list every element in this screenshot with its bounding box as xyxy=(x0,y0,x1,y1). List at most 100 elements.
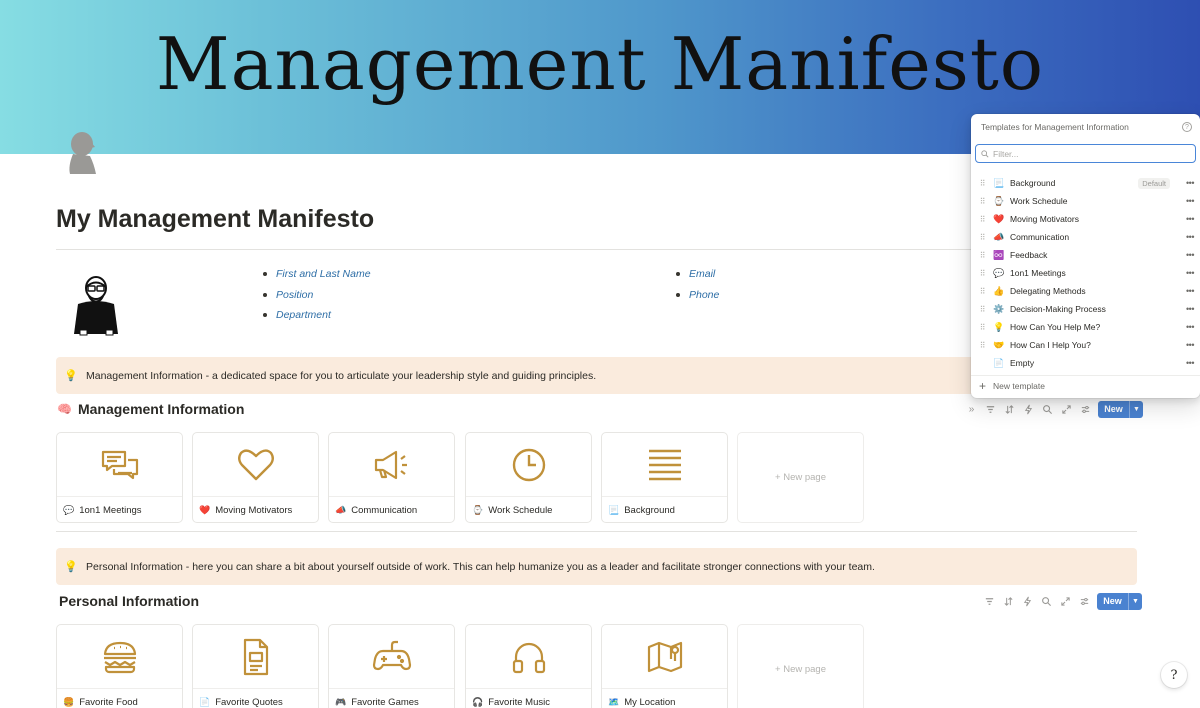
filter-input[interactable] xyxy=(993,148,1183,159)
new-page-card[interactable]: + New page xyxy=(737,432,864,523)
drag-handle-icon[interactable]: ⠿ xyxy=(971,305,993,314)
more-options-icon[interactable]: ••• xyxy=(1180,268,1200,278)
filter-icon[interactable] xyxy=(984,403,997,416)
template-label: Empty xyxy=(1010,358,1035,368)
template-item[interactable]: ⠿ ⚙️ Decision-Making Process ••• xyxy=(971,300,1200,318)
template-item[interactable]: ⠿ ♾️ Feedback ••• xyxy=(971,246,1200,264)
sort-icon[interactable] xyxy=(1003,403,1016,416)
new-template-button[interactable]: + New template xyxy=(979,379,1045,393)
gallery-card[interactable]: ❤️ Moving Motivators xyxy=(192,432,319,523)
section-title-management[interactable]: 🧠 Management Information xyxy=(57,401,244,417)
card-title: Work Schedule xyxy=(488,504,553,516)
chevron-down-icon[interactable]: ▼ xyxy=(1130,406,1143,413)
template-label: Work Schedule xyxy=(1010,196,1068,206)
gallery-card[interactable]: 🎧 Favorite Music xyxy=(465,624,592,708)
section-divider xyxy=(56,531,1137,532)
automation-bolt-icon[interactable] xyxy=(1022,403,1035,416)
more-options-icon[interactable]: ••• xyxy=(1180,304,1200,314)
clock-icon xyxy=(466,433,591,497)
more-options-icon[interactable]: ••• xyxy=(1180,178,1200,188)
template-item[interactable]: ⠿ 💡 How Can You Help Me? ••• xyxy=(971,318,1200,336)
info-name[interactable]: First and Last Name xyxy=(262,264,371,285)
template-item[interactable]: ⠿ 👍 Delegating Methods ••• xyxy=(971,282,1200,300)
more-options-icon[interactable]: ••• xyxy=(1180,250,1200,260)
gallery-card[interactable]: 📃 Background xyxy=(601,432,728,523)
drag-handle-icon[interactable]: ⠿ xyxy=(971,197,993,206)
card-title: Favorite Games xyxy=(351,696,419,708)
speech-bubble-icon: 💬 xyxy=(993,267,1005,278)
template-item[interactable]: ⠿ 🤝 How Can I Help You? ••• xyxy=(971,336,1200,354)
more-options-icon[interactable]: ••• xyxy=(1180,196,1200,206)
new-button-management[interactable]: New ▼ xyxy=(1098,401,1143,418)
gallery-card[interactable]: 🗺️ My Location xyxy=(601,624,728,708)
info-list-left: First and Last Name Position Department xyxy=(262,264,371,326)
gear-icon: ⚙️ xyxy=(993,303,1005,314)
settings-sliders-icon[interactable] xyxy=(1079,403,1092,416)
automation-bolt-icon[interactable] xyxy=(1021,595,1034,608)
person-silhouette-icon[interactable] xyxy=(64,130,104,174)
gallery-card[interactable]: 📄 Favorite Quotes xyxy=(192,624,319,708)
info-list-right: Email Phone xyxy=(675,264,719,305)
search-icon[interactable] xyxy=(1040,595,1053,608)
template-label: Delegating Methods xyxy=(1010,286,1086,296)
chevron-down-icon[interactable]: ▼ xyxy=(1129,598,1142,605)
new-button-personal[interactable]: New ▼ xyxy=(1097,593,1142,610)
chat-bubbles-icon xyxy=(57,433,182,497)
drag-handle-icon[interactable]: ⠿ xyxy=(971,251,993,260)
page-title[interactable]: My Management Manifesto xyxy=(56,205,374,234)
info-position[interactable]: Position xyxy=(262,285,371,306)
template-item[interactable]: ⠿ ⌚ Work Schedule ••• xyxy=(971,192,1200,210)
drag-handle-icon[interactable]: ⠿ xyxy=(971,233,993,242)
heart-icon xyxy=(193,433,318,497)
search-icon xyxy=(981,149,989,158)
info-phone[interactable]: Phone xyxy=(675,285,719,306)
more-options-icon[interactable]: ••• xyxy=(1180,340,1200,350)
plus-icon: + xyxy=(979,379,987,393)
drag-handle-icon[interactable]: ⠿ xyxy=(971,179,993,188)
section-title-personal[interactable]: Personal Information xyxy=(59,593,199,609)
gallery-card[interactable]: 📣 Communication xyxy=(328,432,455,523)
gallery-card[interactable]: 🍔 Favorite Food xyxy=(56,624,183,708)
more-options-icon[interactable]: ••• xyxy=(1180,214,1200,224)
template-label: Moving Motivators xyxy=(1010,214,1079,224)
drag-handle-icon[interactable]: ⠿ xyxy=(971,287,993,296)
drag-handle-icon[interactable]: ⠿ xyxy=(971,215,993,224)
help-icon[interactable]: ? xyxy=(1182,122,1192,132)
template-item[interactable]: ⠿ 📃 Background Default ••• xyxy=(971,174,1200,192)
search-icon[interactable] xyxy=(1041,403,1054,416)
drag-handle-icon[interactable]: ⠿ xyxy=(971,323,993,332)
template-label: Decision-Making Process xyxy=(1010,304,1106,314)
cover-title: Management Manifesto xyxy=(155,22,1045,106)
new-page-label: + New page xyxy=(775,472,826,483)
filter-icon[interactable] xyxy=(983,595,996,608)
help-button[interactable]: ? xyxy=(1161,662,1187,688)
expand-icon[interactable] xyxy=(1059,595,1072,608)
more-options-icon[interactable]: ••• xyxy=(1180,358,1200,368)
more-options-icon[interactable]: ••• xyxy=(1180,232,1200,242)
gallery-card[interactable]: 💬 1on1 Meetings xyxy=(56,432,183,523)
template-item-empty[interactable]: 📄 Empty ••• xyxy=(971,354,1200,372)
lightbulb-icon: 💡 xyxy=(64,561,78,573)
template-item[interactable]: ⠿ 📣 Communication ••• xyxy=(971,228,1200,246)
infinity-icon: ♾️ xyxy=(993,249,1005,260)
drag-handle-icon[interactable]: ⠿ xyxy=(971,269,993,278)
lightbulb-icon: 💡 xyxy=(64,370,78,382)
drag-handle-icon[interactable]: ⠿ xyxy=(971,341,993,350)
info-email[interactable]: Email xyxy=(675,264,719,285)
gallery-card[interactable]: 🎮 Favorite Games xyxy=(328,624,455,708)
template-item[interactable]: ⠿ ❤️ Moving Motivators ••• xyxy=(971,210,1200,228)
expand-icon[interactable] xyxy=(1060,403,1073,416)
sort-icon[interactable] xyxy=(1002,595,1015,608)
gallery-card[interactable]: ⌚ Work Schedule xyxy=(465,432,592,523)
settings-sliders-icon[interactable] xyxy=(1078,595,1091,608)
double-chevron-icon[interactable]: » xyxy=(965,403,978,416)
more-options-icon[interactable]: ••• xyxy=(1180,286,1200,296)
new-page-card[interactable]: + New page xyxy=(737,624,864,708)
info-department[interactable]: Department xyxy=(262,305,371,326)
document-icon xyxy=(193,625,318,689)
template-item[interactable]: ⠿ 💬 1on1 Meetings ••• xyxy=(971,264,1200,282)
more-options-icon[interactable]: ••• xyxy=(1180,322,1200,332)
new-template-label: New template xyxy=(993,381,1045,391)
watch-icon: ⌚ xyxy=(472,504,484,515)
template-label: Background xyxy=(1010,178,1056,188)
